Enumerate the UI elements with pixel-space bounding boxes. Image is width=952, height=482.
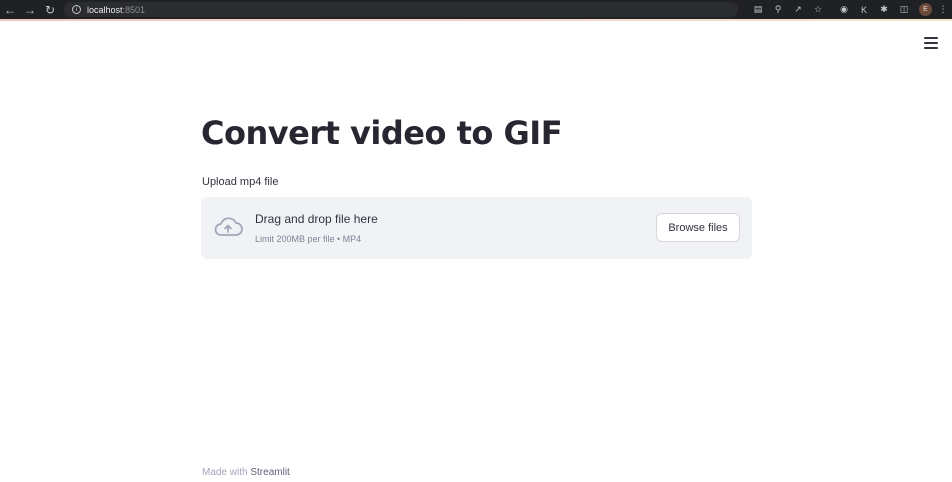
uploader-label: Upload mp4 file <box>202 176 279 188</box>
dropzone-instructions: Drag and drop file here <box>255 212 378 226</box>
address-bar[interactable]: i localhost:8501 <box>64 2 738 17</box>
page-title: Convert video to GIF <box>201 114 563 152</box>
dropzone-limit: Limit 200MB per file • MP4 <box>255 234 362 244</box>
reload-icon[interactable]: ↻ <box>42 0 58 19</box>
extensions-puzzle-icon[interactable]: ✱ <box>877 2 891 17</box>
streamlit-link[interactable]: Streamlit <box>250 467 289 478</box>
footer: Made with Streamlit <box>202 467 290 478</box>
cloud-upload-icon <box>214 217 243 236</box>
zoom-icon[interactable]: ⚲ <box>771 2 785 17</box>
page-top-decoration <box>0 19 952 21</box>
bookmark-star-icon[interactable]: ☆ <box>811 2 825 17</box>
browser-toolbar: ← → ↻ i localhost:8501 ▤ ⚲ ↗ ☆ ◉ K ✱ ◫ E… <box>0 0 952 19</box>
browse-files-button[interactable]: Browse files <box>656 213 740 242</box>
url-port: :8501 <box>122 4 146 15</box>
profile-avatar[interactable]: E <box>919 3 932 16</box>
extension-k-icon[interactable]: K <box>857 2 871 17</box>
url-host: localhost <box>87 4 123 15</box>
share-icon[interactable]: ↗ <box>791 2 805 17</box>
site-info-icon[interactable]: i <box>72 5 81 14</box>
file-dropzone[interactable]: Drag and drop file here Limit 200MB per … <box>201 197 752 259</box>
extension-icon[interactable]: ◉ <box>837 2 851 17</box>
translate-icon[interactable]: ▤ <box>751 2 765 17</box>
side-panel-icon[interactable]: ◫ <box>897 2 911 17</box>
browser-menu-icon[interactable]: ⋮ <box>936 2 950 17</box>
back-arrow-icon[interactable]: ← <box>2 0 18 19</box>
footer-prefix: Made with <box>202 467 251 478</box>
forward-arrow-icon[interactable]: → <box>22 0 38 19</box>
main-menu-icon[interactable] <box>924 37 938 49</box>
